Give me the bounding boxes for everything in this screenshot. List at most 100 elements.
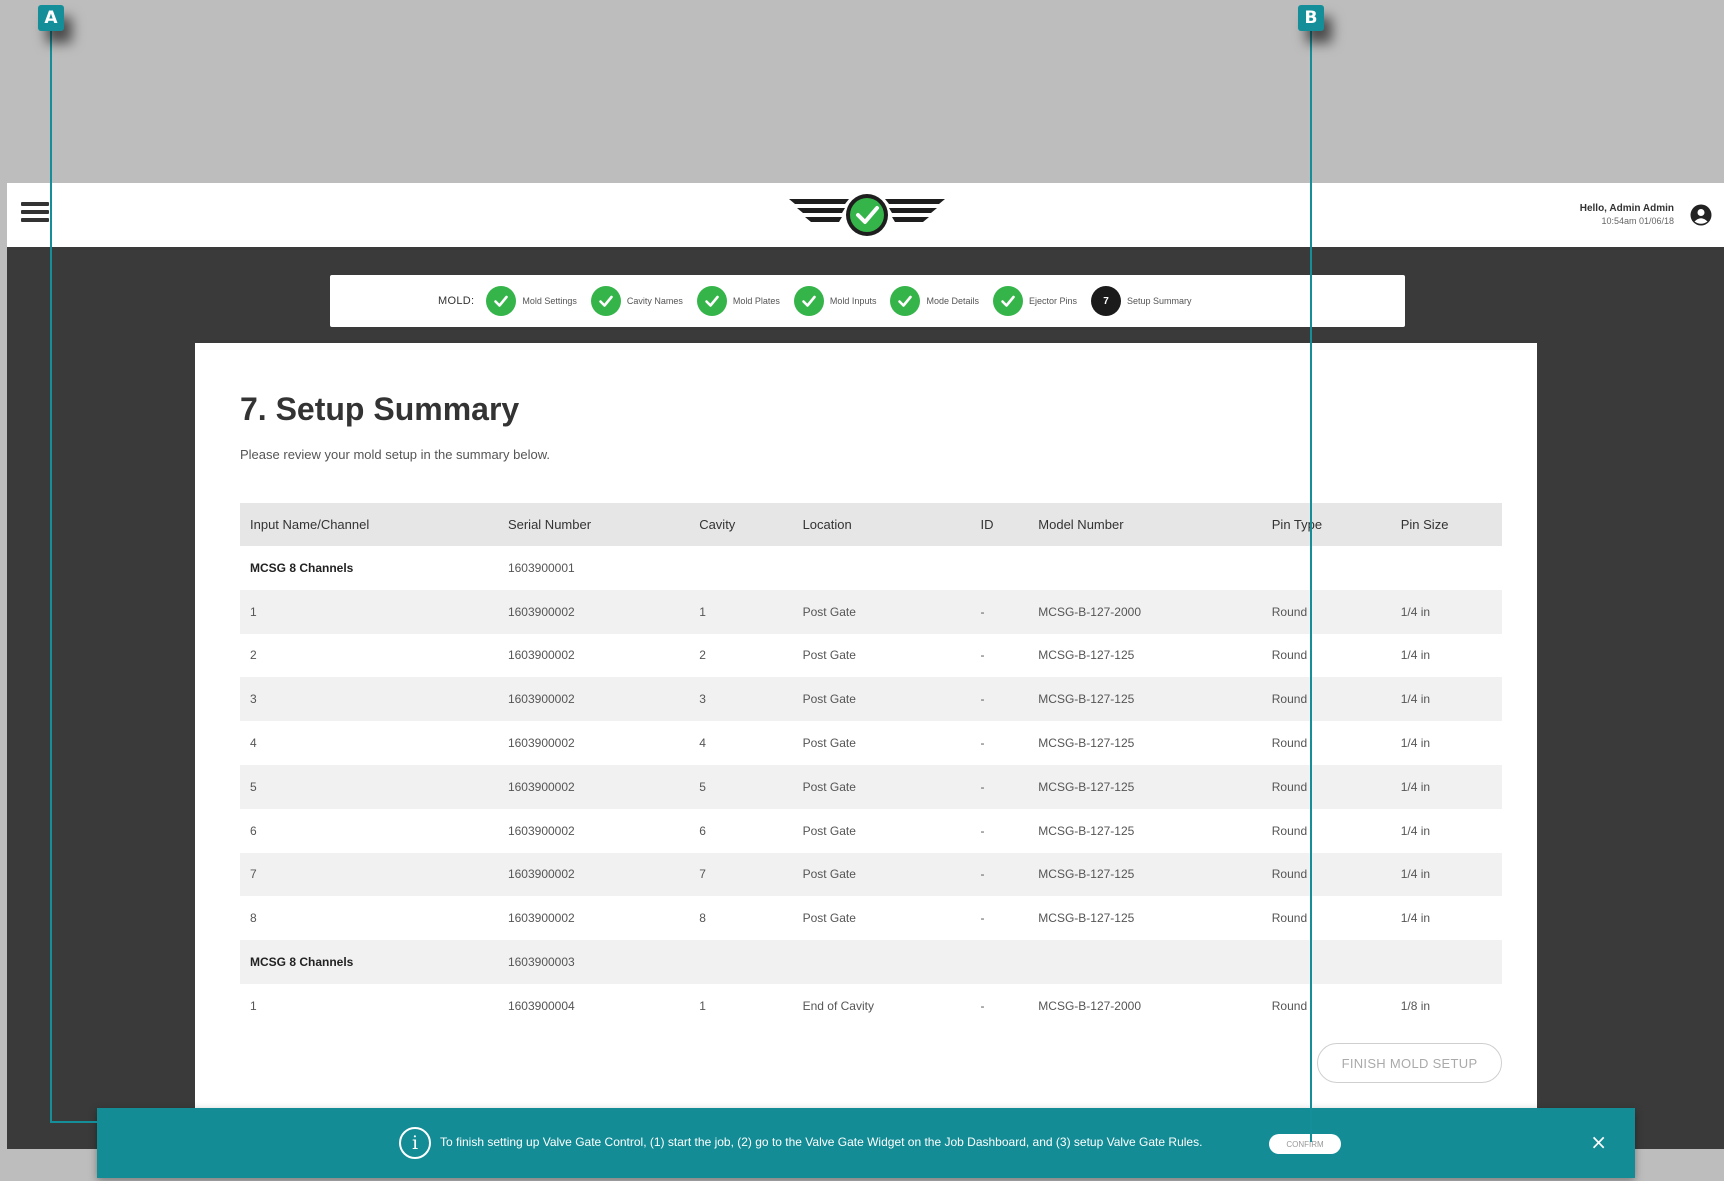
table-cell	[793, 546, 971, 590]
table-cell: 1/8 in	[1400, 998, 1431, 1013]
table-cell: 1/4 in	[1390, 589, 1502, 634]
banner-message: To finish setting up Valve Gate Control,…	[440, 1135, 1203, 1149]
page-subtitle: Please review your mold setup in the sum…	[240, 447, 550, 462]
check-icon	[590, 286, 621, 316]
table-cell: 7	[689, 852, 793, 897]
user-greeting: Hello, Admin Admin	[1579, 203, 1674, 214]
step-label: Mold Plates	[732, 296, 780, 306]
table-cell: -	[970, 589, 1029, 634]
account-icon[interactable]	[1690, 204, 1712, 226]
table-cell: 1/4 in	[1390, 764, 1502, 809]
table-cell: -	[980, 911, 985, 926]
table-cell: Post Gate	[792, 852, 971, 897]
table-cell: 1603900004	[507, 998, 575, 1013]
step-label: Mode Details	[926, 296, 979, 306]
table-row: 5 1603900002 5 Post Gate - MCSG-B-127-125 Roun…	[240, 764, 1502, 809]
callout-a-leader-vertical	[50, 31, 52, 1123]
table-cell: 6	[250, 823, 257, 838]
table-header-row: Input Name/Channel Serial Number Cavity Loc…	[240, 503, 1502, 546]
confirm-button[interactable]: CONFIRM	[1269, 1134, 1341, 1154]
step-label: Mold Inputs	[829, 296, 877, 306]
table-cell	[1390, 940, 1502, 984]
step-cavity-names[interactable]: Cavity Names	[590, 286, 683, 316]
table-cell: Round	[1261, 764, 1391, 809]
step-ejector-pins[interactable]: Ejector Pins	[992, 286, 1077, 316]
column-header: Location	[792, 503, 971, 546]
table-cell: -	[980, 648, 985, 663]
table-cell: 4	[699, 736, 706, 751]
step-mode-details[interactable]: Mode Details	[890, 286, 979, 316]
table-cell: MCSG-B-127-125	[1028, 764, 1262, 809]
step-mold-inputs[interactable]: Mold Inputs	[793, 286, 877, 316]
app-window: Hello, Admin Admin 10:54am 01/06/18 MOLD…	[7, 183, 1724, 1149]
table-cell: -	[970, 764, 1029, 809]
table-row: 3 1603900002 3 Post Gate - MCSG-B-127-125 Roun…	[240, 677, 1502, 722]
table-cell: -	[980, 998, 985, 1013]
table-cell: Post Gate	[802, 736, 856, 751]
table-cell: Round	[1261, 589, 1391, 634]
info-icon: i	[399, 1127, 431, 1159]
step-setup-summary[interactable]: 7 Setup Summary	[1091, 286, 1192, 316]
table-cell	[970, 940, 1029, 984]
top-bar: Hello, Admin Admin 10:54am 01/06/18	[7, 183, 1724, 247]
table-cell: MCSG-B-127-125	[1028, 852, 1262, 897]
table-cell: 5	[240, 764, 498, 809]
check-icon	[696, 286, 727, 316]
table-cell: -	[980, 736, 985, 751]
table-cell: MCSG-B-127-2000	[1028, 589, 1262, 634]
table-cell: 2	[250, 648, 257, 663]
table-cell: MCSG-B-127-125	[1028, 677, 1262, 722]
column-header: Pin Type	[1261, 503, 1391, 546]
table-cell: Round	[1271, 736, 1308, 751]
table-cell: 1603900002	[507, 736, 575, 751]
table-row: 8 1603900002 8 Post Gate - MCSG-B-127-125 Roun…	[240, 896, 1502, 940]
table-cell: 3	[240, 677, 498, 722]
setup-summary-card: 7. Setup Summary Please review your mold…	[195, 343, 1537, 1149]
table-cell: MCSG-B-127-2000	[1038, 998, 1141, 1013]
table-row: MCSG 8 Channels 1603900001	[240, 546, 1502, 590]
table-cell	[689, 940, 793, 984]
hamburger-menu-icon[interactable]	[21, 199, 49, 227]
check-icon	[890, 286, 921, 316]
column-header: Pin Size	[1390, 503, 1502, 546]
table-cell: Post Gate	[802, 911, 856, 926]
step-label: Mold Settings	[522, 296, 577, 306]
table-cell: 1603900002	[497, 589, 690, 634]
table-cell: 1603900001	[507, 560, 575, 575]
table-cell	[792, 940, 971, 984]
table-cell: 1603900002	[507, 911, 575, 926]
step-mold-plates[interactable]: Mold Plates	[696, 286, 780, 316]
column-header: Input Name/Channel	[240, 503, 498, 546]
column-header: ID	[970, 503, 1029, 546]
check-icon	[486, 286, 517, 316]
callout-b-leader	[1310, 31, 1312, 1142]
table-cell: 1/4 in	[1400, 736, 1431, 751]
check-icon	[992, 286, 1023, 316]
step-label: Setup Summary	[1127, 296, 1192, 306]
table-cell: Round	[1261, 677, 1391, 722]
table-cell	[1391, 546, 1502, 590]
table-cell	[689, 546, 792, 590]
close-icon[interactable]: ×	[1590, 1130, 1607, 1154]
table-cell	[1262, 546, 1391, 590]
table-cell: 4	[250, 736, 257, 751]
user-timestamp: 10:54am 01/06/18	[1601, 216, 1674, 226]
column-header: Serial Number	[497, 503, 690, 546]
table-cell: MCSG-B-127-125	[1038, 911, 1135, 926]
step-mold-settings[interactable]: Mold Settings	[486, 286, 577, 316]
table-cell: 1603900003	[497, 940, 690, 984]
table-cell: 1	[250, 998, 257, 1013]
table-cell: Round	[1271, 998, 1308, 1013]
stepper-label: MOLD:	[438, 295, 475, 307]
column-header: Model Number	[1028, 503, 1262, 546]
notification-banner: i To finish setting up Valve Gate Contro…	[97, 1108, 1635, 1178]
table-cell: Post Gate	[792, 589, 971, 634]
table-cell: Round	[1271, 648, 1308, 663]
finish-mold-setup-button[interactable]: FINISH MOLD SETUP	[1317, 1043, 1502, 1083]
callout-a-leader-horizontal	[50, 1121, 97, 1123]
table-body: MCSG 8 Channels 1603900001 1 1603900002 1 Pos…	[240, 546, 1502, 1028]
step-label: Cavity Names	[626, 296, 683, 306]
table-cell: Post Gate	[802, 648, 856, 663]
summary-table: Input Name/Channel Serial Number Cavity Loc…	[240, 503, 1502, 1028]
table-cell	[1028, 546, 1261, 590]
